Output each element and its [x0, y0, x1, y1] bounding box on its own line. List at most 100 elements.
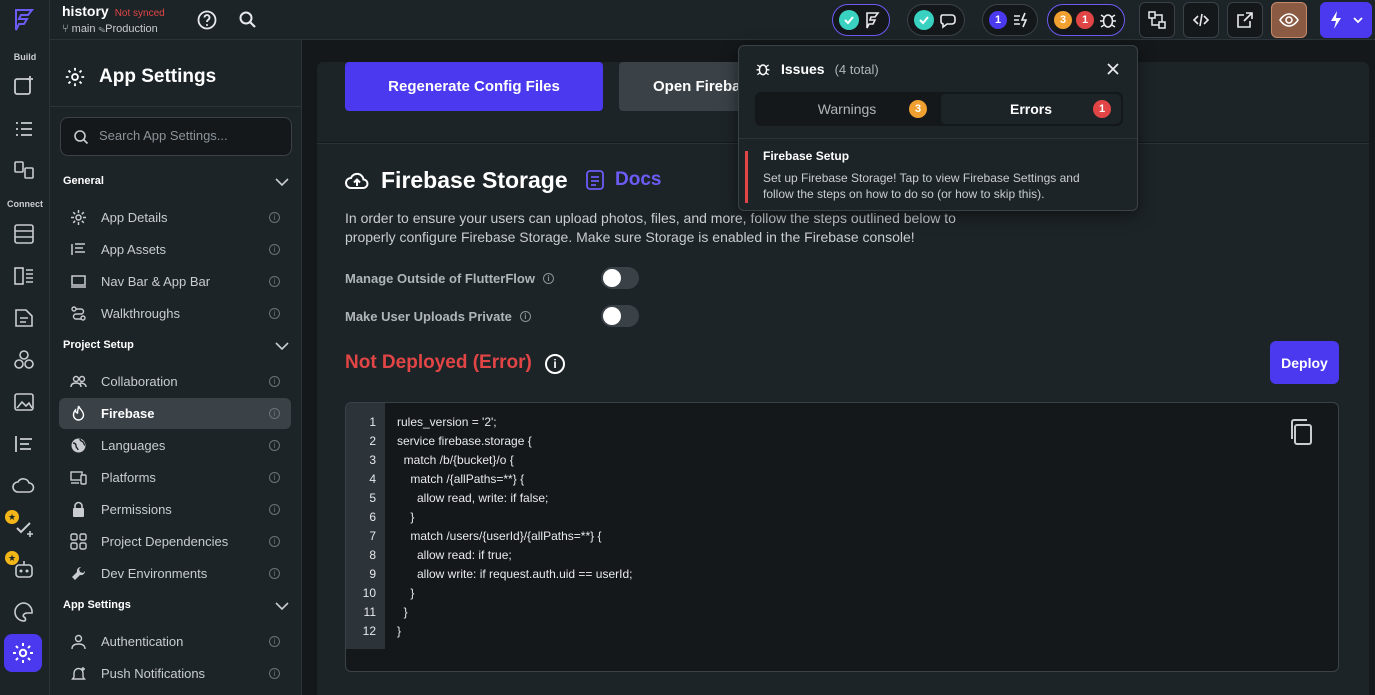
info-icon[interactable]: i: [269, 536, 280, 547]
person-icon: [71, 634, 86, 650]
branch-icon: ⑂: [62, 23, 72, 35]
code-line: match /users/{userId}/{allPaths=**} {: [397, 529, 602, 543]
code-line: match /b/{bucket}/o {: [397, 453, 514, 467]
theme-icon[interactable]: [11, 599, 37, 625]
group-general[interactable]: General: [50, 168, 301, 196]
sidebar-item-push-notifications[interactable]: Push Notifications i: [59, 658, 291, 689]
sidebar-item-platforms[interactable]: Platforms i: [59, 462, 291, 493]
close-icon[interactable]: [1105, 61, 1121, 77]
sidebar-item-label: Collaboration: [101, 374, 178, 389]
info-icon[interactable]: i: [519, 311, 531, 322]
info-icon[interactable]: i: [269, 440, 280, 451]
laptop-icon: [71, 275, 86, 288]
run-button[interactable]: [1320, 2, 1372, 38]
sidebar-item-collaboration[interactable]: Collaboration i: [59, 366, 291, 397]
tab-warnings[interactable]: Warnings 3: [757, 94, 937, 124]
search-icon: [74, 130, 89, 145]
docs-link[interactable]: Docs: [585, 169, 661, 191]
info-icon[interactable]: i: [269, 276, 280, 287]
sidebar-item-app-details[interactable]: App Details i: [59, 202, 291, 233]
project-info[interactable]: history Not synced ⑂ main ✎Production: [62, 3, 165, 35]
custom-code-icon[interactable]: [11, 347, 37, 373]
info-icon[interactable]: i: [269, 408, 280, 419]
database-icon[interactable]: [11, 221, 37, 247]
issues-title: Issues: [781, 61, 825, 77]
ai-assist-pill[interactable]: [832, 4, 890, 36]
sidebar-header: App Settings: [50, 40, 301, 107]
widget-tree-icon[interactable]: [11, 116, 37, 142]
sidebar-item-permissions[interactable]: Permissions i: [59, 494, 291, 525]
check-icon: [914, 10, 934, 30]
rules-code-editor[interactable]: 1 2 3 4 5 6 7 8 9 10 11 12 rules_version = '2'; serv…: [345, 402, 1339, 672]
actions-pill[interactable]: 1: [982, 4, 1038, 36]
route-icon: [71, 306, 86, 321]
issues-pill[interactable]: 3 1: [1047, 4, 1125, 36]
code-line: }: [397, 586, 415, 600]
storyboard-icon[interactable]: [11, 157, 37, 183]
info-icon[interactable]: i: [269, 568, 280, 579]
private-uploads-row: Make User Uploads Private i: [345, 309, 531, 324]
manage-outside-toggle[interactable]: [601, 267, 639, 289]
info-icon[interactable]: i: [542, 273, 554, 284]
info-icon[interactable]: i: [545, 354, 565, 374]
help-icon[interactable]: [196, 9, 218, 31]
sidebar-item-dev-environments[interactable]: Dev Environments i: [59, 558, 291, 589]
settings-search[interactable]: [60, 117, 292, 156]
group-project-setup[interactable]: Project Setup: [50, 332, 301, 360]
app-state-icon[interactable]: [11, 263, 37, 289]
manage-outside-label: Manage Outside of FlutterFlow: [345, 271, 535, 286]
sidebar-item-languages[interactable]: Languages i: [59, 430, 291, 461]
gear-icon: [65, 67, 85, 87]
sidebar-item-nav-bar[interactable]: Nav Bar & App Bar i: [59, 266, 291, 297]
info-icon[interactable]: i: [269, 376, 280, 387]
issues-tabs: Warnings 3 Errors 1: [755, 92, 1123, 126]
issue-item[interactable]: Firebase Setup Set up Firebase Storage! …: [739, 138, 1137, 210]
media-assets-icon[interactable]: [11, 389, 37, 415]
open-external-button[interactable]: [1227, 2, 1263, 38]
info-icon[interactable]: i: [269, 308, 280, 319]
search-input[interactable]: [99, 128, 279, 143]
regenerate-config-button[interactable]: Regenerate Config Files: [345, 62, 603, 111]
api-calls-icon[interactable]: [11, 305, 37, 331]
deploy-button[interactable]: Deploy: [1270, 341, 1339, 384]
settings-rail-button[interactable]: [4, 634, 42, 672]
issue-title: Firebase Setup: [763, 149, 850, 163]
flutterflow-logo[interactable]: [10, 6, 38, 34]
info-icon[interactable]: i: [269, 668, 280, 679]
group-app-settings[interactable]: App Settings: [50, 592, 301, 620]
sidebar-item-label: Nav Bar & App Bar: [101, 274, 211, 289]
lightning-icon: [1331, 11, 1341, 29]
info-icon[interactable]: i: [269, 472, 280, 483]
sidebar-item-app-assets[interactable]: App Assets i: [59, 234, 291, 265]
add-widget-icon[interactable]: [11, 73, 37, 99]
tab-errors[interactable]: Errors 1: [941, 94, 1121, 124]
line-number: 11: [363, 605, 376, 619]
branching-button[interactable]: [1139, 2, 1175, 38]
private-uploads-toggle[interactable]: [601, 305, 639, 327]
comments-pill[interactable]: [907, 4, 965, 36]
manage-outside-row: Manage Outside of FlutterFlow i: [345, 271, 554, 286]
code-icon: [1192, 13, 1210, 27]
toggle-knob: [603, 307, 621, 325]
line-gutter: 1 2 3 4 5 6 7 8 9 10 11 12: [346, 403, 385, 649]
preview-button[interactable]: [1271, 2, 1307, 38]
environment-name: Production: [105, 23, 158, 35]
info-icon[interactable]: i: [269, 504, 280, 515]
search-icon[interactable]: [237, 9, 259, 31]
sidebar-item-authentication[interactable]: Authentication i: [59, 626, 291, 657]
sidebar-item-firebase[interactable]: Firebase i: [59, 398, 291, 429]
cloud-functions-icon[interactable]: [11, 473, 37, 499]
branch-icon: [1148, 11, 1166, 29]
copy-icon[interactable]: [1286, 417, 1316, 447]
line-number: 10: [362, 586, 376, 600]
info-icon[interactable]: i: [269, 636, 280, 647]
info-icon[interactable]: i: [269, 244, 280, 255]
info-icon[interactable]: i: [269, 212, 280, 223]
view-code-button[interactable]: [1183, 2, 1219, 38]
logs-icon[interactable]: [11, 431, 37, 457]
build-section-label: Build: [13, 52, 37, 62]
code-line: }: [397, 605, 408, 619]
group-label: General: [63, 175, 104, 187]
sidebar-item-project-dependencies[interactable]: Project Dependencies i: [59, 526, 291, 557]
sidebar-item-walkthroughs[interactable]: Walkthroughs i: [59, 298, 291, 329]
